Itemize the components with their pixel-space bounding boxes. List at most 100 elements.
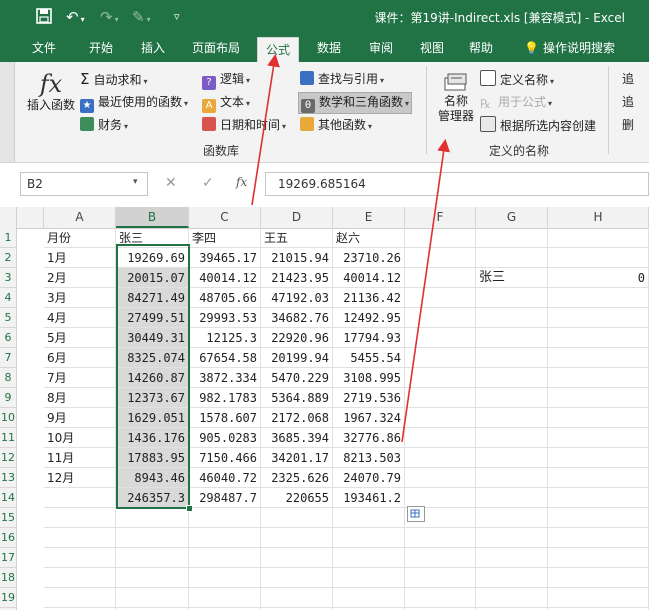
cell-h13[interactable]: [548, 468, 649, 488]
trace-precedents-button[interactable]: 追: [622, 70, 634, 88]
cell-b15[interactable]: [116, 508, 189, 528]
column-header-h[interactable]: H: [548, 207, 649, 228]
tab-formulas[interactable]: 公式: [257, 37, 300, 63]
cell-c6[interactable]: 12125.3: [189, 328, 261, 348]
define-name-button[interactable]: 定义名称 ▾: [480, 70, 554, 91]
row-header[interactable]: 16: [0, 528, 17, 548]
cell-a5[interactable]: 4月: [44, 308, 116, 328]
column-header-a[interactable]: A: [44, 207, 116, 228]
lookup-reference-button[interactable]: 查找与引用 ▾: [300, 70, 384, 90]
cell-g12[interactable]: [476, 448, 548, 468]
cell-d6[interactable]: 22920.96: [261, 328, 333, 348]
row-header[interactable]: 13: [0, 468, 17, 488]
row-header[interactable]: 1: [0, 228, 17, 248]
cell-a13[interactable]: 12月: [44, 468, 116, 488]
select-all-corner[interactable]: [0, 207, 17, 228]
cell-d12[interactable]: 34201.17: [261, 448, 333, 468]
cell-b17[interactable]: [116, 548, 189, 568]
cell-b5[interactable]: 27499.51: [116, 308, 189, 328]
cell-f1[interactable]: [405, 228, 476, 248]
formula-input[interactable]: 19269.685164: [265, 172, 649, 196]
cell-a11[interactable]: 10月: [44, 428, 116, 448]
cell-h15[interactable]: [548, 508, 649, 528]
save-icon[interactable]: [36, 8, 52, 28]
cell-e5[interactable]: 12492.95: [333, 308, 405, 328]
cell-c3[interactable]: 40014.12: [189, 268, 261, 288]
cell-d5[interactable]: 34682.76: [261, 308, 333, 328]
tab-insert[interactable]: 插入: [141, 34, 165, 62]
tab-home[interactable]: 开始: [89, 34, 113, 62]
cell-h10[interactable]: [548, 408, 649, 428]
cell-d9[interactable]: 5364.889: [261, 388, 333, 408]
tab-file[interactable]: 文件: [32, 34, 56, 62]
cell-e18[interactable]: [333, 568, 405, 588]
row-header[interactable]: 15: [0, 508, 17, 528]
cell-d18[interactable]: [261, 568, 333, 588]
undo-icon[interactable]: ↶ ▾: [66, 8, 85, 29]
cell-c4[interactable]: 48705.66: [189, 288, 261, 308]
cell-g5[interactable]: [476, 308, 548, 328]
cell-c14[interactable]: 298487.7: [189, 488, 261, 508]
cell-f4[interactable]: [405, 288, 476, 308]
row-header[interactable]: 17: [0, 548, 17, 568]
cell-h16[interactable]: [548, 528, 649, 548]
cell-a4[interactable]: 3月: [44, 288, 116, 308]
cell-b11[interactable]: 1436.176: [116, 428, 189, 448]
name-manager-button[interactable]: 名称 管理器: [434, 72, 478, 124]
cell-a7[interactable]: 6月: [44, 348, 116, 368]
cell-d3[interactable]: 21423.95: [261, 268, 333, 288]
cell-b4[interactable]: 84271.49: [116, 288, 189, 308]
cell-b1[interactable]: 张三: [116, 228, 189, 248]
cell-h19[interactable]: [548, 588, 649, 608]
tab-view[interactable]: 视图: [420, 34, 444, 62]
text-button[interactable]: A 文本 ▾: [202, 93, 250, 113]
cell-d11[interactable]: 3685.394: [261, 428, 333, 448]
cell-f16[interactable]: [405, 528, 476, 548]
cell-a9[interactable]: 8月: [44, 388, 116, 408]
cell-g1[interactable]: [476, 228, 548, 248]
insert-function-fx-icon[interactable]: fx: [236, 175, 247, 189]
logical-button[interactable]: ? 逻辑 ▾: [202, 70, 250, 90]
row-header[interactable]: 8: [0, 368, 17, 388]
cell-h8[interactable]: [548, 368, 649, 388]
cell-c16[interactable]: [189, 528, 261, 548]
column-header-c[interactable]: C: [189, 207, 261, 228]
cell-h9[interactable]: [548, 388, 649, 408]
row-header[interactable]: 14: [0, 488, 17, 508]
cell-f2[interactable]: [405, 248, 476, 268]
cell-a10[interactable]: 9月: [44, 408, 116, 428]
cell-f3[interactable]: [405, 268, 476, 288]
cell-f10[interactable]: [405, 408, 476, 428]
cell-a16[interactable]: [44, 528, 116, 548]
cell-c18[interactable]: [189, 568, 261, 588]
cell-d8[interactable]: 5470.229: [261, 368, 333, 388]
cell-h3[interactable]: 0: [548, 268, 649, 288]
row-header[interactable]: 19: [0, 588, 17, 608]
cell-a19[interactable]: [44, 588, 116, 608]
cell-g8[interactable]: [476, 368, 548, 388]
cell-d19[interactable]: [261, 588, 333, 608]
cell-g14[interactable]: [476, 488, 548, 508]
cell-g7[interactable]: [476, 348, 548, 368]
cancel-icon[interactable]: ✕: [165, 175, 177, 191]
cell-h17[interactable]: [548, 548, 649, 568]
column-header-b[interactable]: B: [116, 207, 189, 228]
row-header[interactable]: 9: [0, 388, 17, 408]
row-header[interactable]: 7: [0, 348, 17, 368]
autosum-button[interactable]: Σ 自动求和 ▾: [80, 70, 148, 91]
cell-b8[interactable]: 14260.87: [116, 368, 189, 388]
cell-h7[interactable]: [548, 348, 649, 368]
cell-d13[interactable]: 2325.626: [261, 468, 333, 488]
cell-a17[interactable]: [44, 548, 116, 568]
cell-f19[interactable]: [405, 588, 476, 608]
cell-b9[interactable]: 12373.67: [116, 388, 189, 408]
cell-g3[interactable]: 张三: [476, 268, 548, 288]
fill-handle[interactable]: [186, 505, 193, 512]
customize-qat-icon[interactable]: ▿: [174, 8, 180, 26]
cell-a15[interactable]: [44, 508, 116, 528]
financial-button[interactable]: 财务 ▾: [80, 116, 128, 136]
use-in-formula-button[interactable]: ℞ 用于公式 ▾: [480, 93, 552, 113]
row-header[interactable]: 3: [0, 268, 17, 288]
cell-a3[interactable]: 2月: [44, 268, 116, 288]
tab-data[interactable]: 数据: [317, 34, 341, 62]
